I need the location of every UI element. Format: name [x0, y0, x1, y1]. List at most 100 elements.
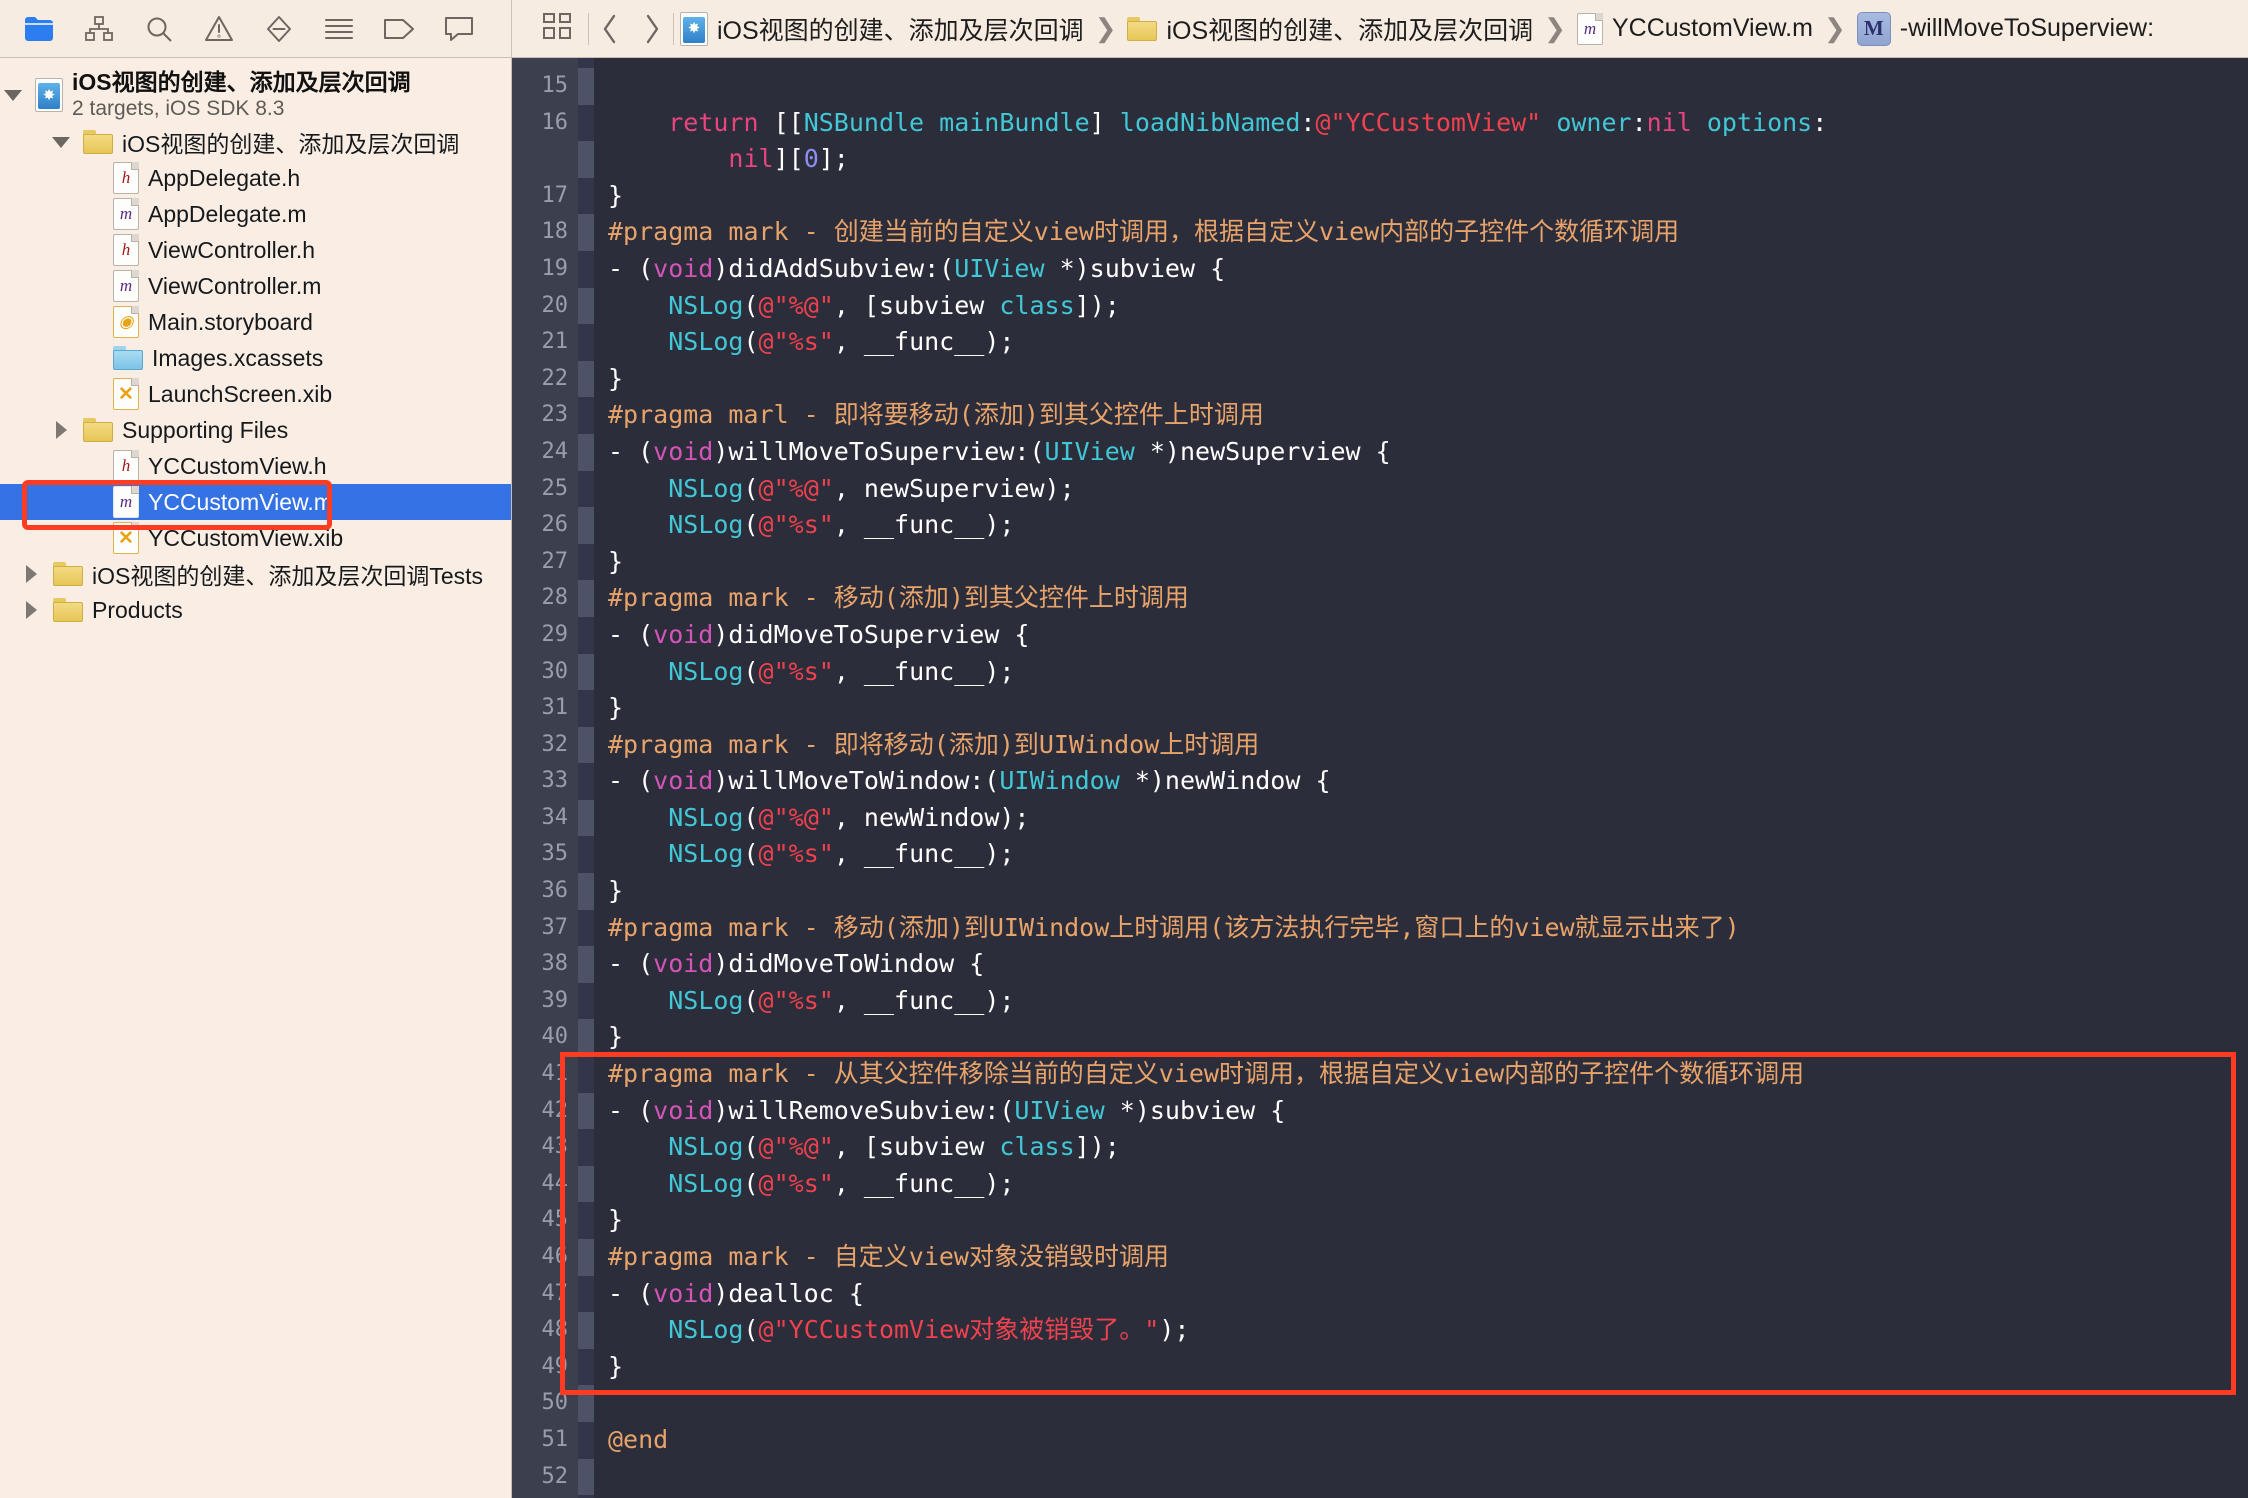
code-line[interactable]: NSLog(@"%s", __func__); — [608, 1166, 2248, 1203]
code-line[interactable]: #pragma mark - 自定义view对象没销毁时调用 — [608, 1239, 2248, 1276]
fold-segment[interactable] — [578, 1093, 594, 1130]
sidebar-item-supporting-files[interactable]: Supporting Files — [0, 412, 511, 448]
fold-segment[interactable] — [578, 1166, 594, 1203]
fold-segment[interactable] — [578, 800, 594, 837]
fold-segment[interactable] — [578, 983, 594, 1020]
breadcrumb-item-file[interactable]: m YCCustomView.m — [1571, 13, 1819, 45]
fold-segment[interactable] — [578, 1422, 594, 1459]
sidebar-item-viewcontroller.h[interactable]: hViewController.h — [0, 232, 511, 268]
code-line[interactable]: } — [608, 544, 2248, 581]
code-line[interactable]: nil][0]; — [608, 141, 2248, 178]
fold-segment[interactable] — [578, 1312, 594, 1349]
code-folding-ribbon[interactable] — [578, 58, 594, 1498]
code-line[interactable]: #pragma mark - 移动(添加)到UIWindow上时调用(该方法执行… — [608, 910, 2248, 947]
code-line[interactable]: NSLog(@"%s", __func__); — [608, 836, 2248, 873]
test-icon[interactable] — [262, 12, 296, 46]
fold-segment[interactable] — [578, 361, 594, 398]
code-line[interactable]: NSLog(@"%s", __func__); — [608, 507, 2248, 544]
fold-segment[interactable] — [578, 654, 594, 691]
fold-segment[interactable] — [578, 727, 594, 764]
code-line[interactable]: } — [608, 1019, 2248, 1056]
code-line[interactable]: - (void)willMoveToSuperview:(UIView *)ne… — [608, 434, 2248, 471]
code-line[interactable]: } — [608, 690, 2248, 727]
code-line[interactable]: - (void)willRemoveSubview:(UIView *)subv… — [608, 1093, 2248, 1130]
fold-segment[interactable] — [578, 836, 594, 873]
fold-segment[interactable] — [578, 141, 594, 178]
warning-icon[interactable] — [202, 12, 236, 46]
fold-segment[interactable] — [578, 544, 594, 581]
sidebar-item-yccustomview.h[interactable]: hYCCustomView.h — [0, 448, 511, 484]
breadcrumb-item-project[interactable]: ✸ iOS视图的创建、添加及层次回调 — [674, 11, 1090, 47]
fold-segment[interactable] — [578, 1056, 594, 1093]
disclosure-triangle-down-icon[interactable] — [48, 124, 74, 160]
fold-segment[interactable] — [578, 1202, 594, 1239]
sidebar-item-yccustomview.xib[interactable]: ✕YCCustomView.xib — [0, 520, 511, 556]
code-line[interactable]: - (void)didMoveToWindow { — [608, 946, 2248, 983]
code-line[interactable]: return [[NSBundle mainBundle] loadNibNam… — [608, 105, 2248, 142]
code-line[interactable] — [608, 1385, 2248, 1422]
code-line[interactable]: #pragma marl - 即将要移动(添加)到其父控件上时调用 — [608, 397, 2248, 434]
fold-segment[interactable] — [578, 946, 594, 983]
code-line[interactable]: } — [608, 361, 2248, 398]
code-line[interactable]: #pragma mark - 创建当前的自定义view时调用，根据自定义view… — [608, 214, 2248, 251]
report-icon[interactable] — [442, 12, 476, 46]
navigator-project-row[interactable]: ✸ iOS视图的创建、添加及层次回调 2 targets, iOS SDK 8.… — [0, 66, 511, 124]
fold-segment[interactable] — [578, 1239, 594, 1276]
code-line[interactable]: - (void)didAddSubview:(UIView *)subview … — [608, 251, 2248, 288]
code-line[interactable]: } — [608, 1202, 2248, 1239]
code-line[interactable]: NSLog(@"%@", [subview class]); — [608, 1129, 2248, 1166]
search-icon[interactable] — [142, 12, 176, 46]
code-line[interactable]: #pragma mark - 移动(添加)到其父控件上时调用 — [608, 580, 2248, 617]
disclosure-triangle-right-icon[interactable] — [18, 556, 44, 592]
hierarchy-icon[interactable] — [82, 12, 116, 46]
breadcrumb-item-method[interactable]: M -willMoveToSuperview: — [1851, 12, 2160, 46]
fold-segment[interactable] — [578, 507, 594, 544]
code-line[interactable]: #pragma mark - 从其父控件移除当前的自定义view时调用，根据自定… — [608, 1056, 2248, 1093]
sidebar-item-main.storyboard[interactable]: ◉Main.storyboard — [0, 304, 511, 340]
sidebar-item-appdelegate.h[interactable]: hAppDelegate.h — [0, 160, 511, 196]
code-line[interactable]: NSLog(@"%s", __func__); — [608, 324, 2248, 361]
sidebar-item-products[interactable]: Products — [0, 592, 511, 628]
source-editor[interactable]: 1516171819202122232425262728293031323334… — [512, 58, 2248, 1498]
fold-segment[interactable] — [578, 434, 594, 471]
fold-segment[interactable] — [578, 397, 594, 434]
fold-segment[interactable] — [578, 1129, 594, 1166]
sidebar-item-viewcontroller.m[interactable]: mViewController.m — [0, 268, 511, 304]
fold-segment[interactable] — [578, 1385, 594, 1422]
code-line[interactable] — [608, 1459, 2248, 1496]
code-line[interactable]: - (void)willMoveToWindow:(UIWindow *)new… — [608, 763, 2248, 800]
editor-mode-group[interactable] — [526, 0, 588, 57]
code-line[interactable]: - (void)dealloc { — [608, 1276, 2248, 1313]
fold-segment[interactable] — [578, 105, 594, 142]
fold-segment[interactable] — [578, 288, 594, 325]
code-line[interactable]: NSLog(@"%s", __func__); — [608, 983, 2248, 1020]
sidebar-item-ios-tests[interactable]: iOS视图的创建、添加及层次回调Tests — [0, 556, 511, 592]
fold-segment[interactable] — [578, 324, 594, 361]
code-line[interactable]: NSLog(@"%s", __func__); — [608, 654, 2248, 691]
fold-segment[interactable] — [578, 763, 594, 800]
back-button[interactable] — [589, 0, 631, 57]
fold-segment[interactable] — [578, 1459, 594, 1496]
code-line[interactable]: NSLog(@"%@", newSuperview); — [608, 471, 2248, 508]
code-line[interactable]: NSLog(@"%@", [subview class]); — [608, 288, 2248, 325]
fold-segment[interactable] — [578, 214, 594, 251]
sidebar-item-ios-[interactable]: iOS视图的创建、添加及层次回调 — [0, 124, 511, 160]
sidebar-item-images.xcassets[interactable]: Images.xcassets — [0, 340, 511, 376]
fold-segment[interactable] — [578, 873, 594, 910]
code-line[interactable]: } — [608, 178, 2248, 215]
folder-icon[interactable] — [22, 12, 56, 46]
fold-segment[interactable] — [578, 471, 594, 508]
fold-segment[interactable] — [578, 68, 594, 105]
fold-segment[interactable] — [578, 178, 594, 215]
code-line[interactable]: #pragma mark - 即将移动(添加)到UIWindow上时调用 — [608, 727, 2248, 764]
fold-segment[interactable] — [578, 617, 594, 654]
code-line[interactable]: NSLog(@"YCCustomView对象被销毁了。"); — [608, 1312, 2248, 1349]
fold-segment[interactable] — [578, 580, 594, 617]
tag-icon[interactable] — [382, 12, 416, 46]
assistant-editor-icon[interactable] — [542, 12, 572, 45]
disclosure-triangle-right-icon[interactable] — [48, 412, 74, 448]
code-line[interactable]: } — [608, 1349, 2248, 1386]
disclosure-triangle-down-icon[interactable] — [0, 66, 26, 124]
code-line[interactable]: @end — [608, 1422, 2248, 1459]
forward-button[interactable] — [631, 0, 673, 57]
